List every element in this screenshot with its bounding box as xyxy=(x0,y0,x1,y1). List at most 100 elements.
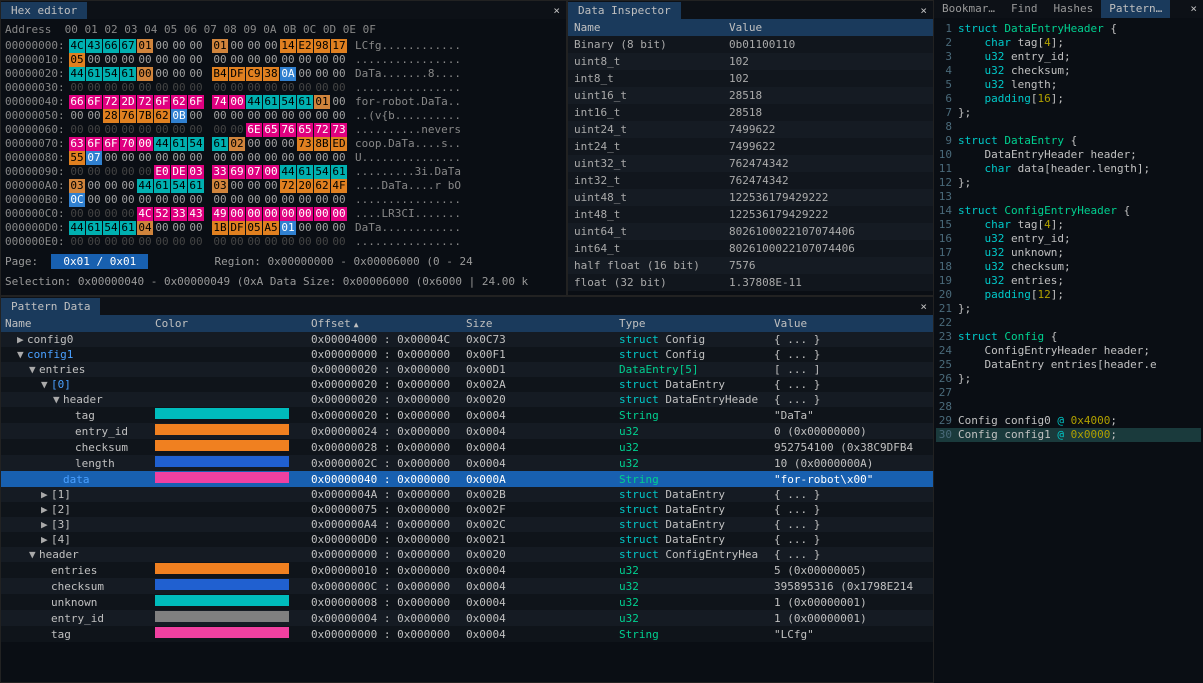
code-line[interactable]: 26}; xyxy=(936,372,1201,386)
hex-row[interactable]: 000000E0:0000000000000000000000000000000… xyxy=(5,235,562,249)
hex-row[interactable]: 00000060:000000000000000000006E657665727… xyxy=(5,123,562,137)
code-line[interactable]: 8 xyxy=(936,120,1201,134)
inspector-row[interactable]: float (32 bit)1.37808E-11 xyxy=(568,274,933,291)
hex-rows[interactable]: 00000000:4C436667010000000100000014E2981… xyxy=(5,39,562,249)
inspector-header[interactable]: Name Value xyxy=(568,19,933,36)
close-icon[interactable]: × xyxy=(914,2,933,19)
hex-row[interactable]: 00000000:4C436667010000000100000014E2981… xyxy=(5,39,562,53)
code-line[interactable]: 1struct DataEntryHeader { xyxy=(936,22,1201,36)
hex-row[interactable]: 00000090:0000000000E0DE03336907004461546… xyxy=(5,165,562,179)
inspector-row[interactable]: int64_t8026100022107074406 xyxy=(568,240,933,257)
pattern-row[interactable]: ▶[3]0x000000A4 : 0x0000000x002Cstruct Da… xyxy=(1,517,933,532)
pattern-row[interactable]: ▶[1]0x0000004A : 0x0000000x002Bstruct Da… xyxy=(1,487,933,502)
page-indicator[interactable]: 0x01 / 0x01 xyxy=(51,254,148,269)
hex-row[interactable]: 00000030:0000000000000000000000000000000… xyxy=(5,81,562,95)
inspector-row[interactable]: uint8_t102 xyxy=(568,53,933,70)
code-line[interactable]: 4 u32 checksum; xyxy=(936,64,1201,78)
code-line[interactable]: 5 u32 length; xyxy=(936,78,1201,92)
hex-row[interactable]: 000000D0:44615461040000001BDF05A50100000… xyxy=(5,221,562,235)
code-line[interactable]: 29Config config0 @ 0x4000; xyxy=(936,414,1201,428)
hex-editor-panel: Hex editor × Address 00 01 02 03 04 05 0… xyxy=(0,0,567,296)
pattern-row[interactable]: tag0x00000000 : 0x0000000x0004String"LCf… xyxy=(1,626,933,642)
pattern-title: Pattern Data xyxy=(1,298,100,315)
inspector-row[interactable]: int32_t762474342 xyxy=(568,172,933,189)
pattern-row[interactable]: ▶config00x00004000 : 0x00004C0x0C73struc… xyxy=(1,332,933,347)
inspector-row[interactable]: uint48_t122536179429222 xyxy=(568,189,933,206)
code-line[interactable]: 24 ConfigEntryHeader header; xyxy=(936,344,1201,358)
hex-row[interactable]: 00000050:000028767B620B00000000000000000… xyxy=(5,109,562,123)
pattern-row[interactable]: ▼config10x00000000 : 0x0000000x00F1struc… xyxy=(1,347,933,362)
hex-row[interactable]: 000000C0:000000004C523343490000000000000… xyxy=(5,207,562,221)
code-line[interactable]: 6 padding[16]; xyxy=(936,92,1201,106)
pattern-row[interactable]: ▼[0]0x00000020 : 0x0000000x002Astruct Da… xyxy=(1,377,933,392)
inspector-row[interactable]: int16_t28518 xyxy=(568,104,933,121)
code-line[interactable]: 30Config config1 @ 0x0000; xyxy=(936,428,1201,442)
code-line[interactable]: 7}; xyxy=(936,106,1201,120)
code-line[interactable]: 28 xyxy=(936,400,1201,414)
tab-pattern[interactable]: Pattern… xyxy=(1101,0,1170,18)
code-line[interactable]: 13 xyxy=(936,190,1201,204)
inspector-row[interactable]: uint24_t7499622 xyxy=(568,121,933,138)
pattern-row[interactable]: entry_id0x00000004 : 0x0000000x0004u321 … xyxy=(1,610,933,626)
code-line[interactable]: 23struct Config { xyxy=(936,330,1201,344)
pattern-row[interactable]: checksum0x00000028 : 0x0000000x0004u3295… xyxy=(1,439,933,455)
code-line[interactable]: 25 DataEntry entries[header.e xyxy=(936,358,1201,372)
pattern-row[interactable]: length0x0000002C : 0x0000000x0004u3210 (… xyxy=(1,455,933,471)
code-line[interactable]: 22 xyxy=(936,316,1201,330)
inspector-row[interactable]: half float (16 bit)7576 xyxy=(568,257,933,274)
code-line[interactable]: 20 padding[12]; xyxy=(936,288,1201,302)
code-line[interactable]: 10 DataEntryHeader header; xyxy=(936,148,1201,162)
right-tabs: Bookmar… Find Hashes Pattern… × xyxy=(934,0,1203,18)
tab-hashes[interactable]: Hashes xyxy=(1045,0,1101,18)
tab-find[interactable]: Find xyxy=(1003,0,1046,18)
close-icon[interactable]: × xyxy=(547,2,566,19)
pattern-row[interactable]: entry_id0x00000024 : 0x0000000x0004u320 … xyxy=(1,423,933,439)
code-line[interactable]: 14struct ConfigEntryHeader { xyxy=(936,204,1201,218)
pattern-row[interactable]: ▼entries0x00000020 : 0x0000000x00D1DataE… xyxy=(1,362,933,377)
hex-row[interactable]: 00000020:4461546100000000B4DFC9380A00000… xyxy=(5,67,562,81)
hex-row[interactable]: 000000B0:0C00000000000000000000000000000… xyxy=(5,193,562,207)
code-line[interactable]: 3 u32 entry_id; xyxy=(936,50,1201,64)
inspector-title: Data Inspector xyxy=(568,2,681,19)
code-line[interactable]: 21}; xyxy=(936,302,1201,316)
code-line[interactable]: 27 xyxy=(936,386,1201,400)
code-line[interactable]: 12}; xyxy=(936,176,1201,190)
hex-columns: 00 01 02 03 04 05 06 07 08 09 0A 0B 0C 0… xyxy=(65,23,376,36)
code-line[interactable]: 11 char data[header.length]; xyxy=(936,162,1201,176)
pattern-row[interactable]: ▶[4]0x000000D0 : 0x0000000x0021struct Da… xyxy=(1,532,933,547)
sort-asc-icon[interactable] xyxy=(351,317,359,330)
inspector-row[interactable]: uint32_t762474342 xyxy=(568,155,933,172)
pattern-row[interactable]: entries0x00000010 : 0x0000000x0004u325 (… xyxy=(1,562,933,578)
hex-row[interactable]: 00000070:636F6F70004461546102000000738BE… xyxy=(5,137,562,151)
pattern-row[interactable]: unknown0x00000008 : 0x0000000x0004u321 (… xyxy=(1,594,933,610)
pattern-row[interactable]: checksum0x0000000C : 0x0000000x0004u3239… xyxy=(1,578,933,594)
hex-row[interactable]: 00000080:5507000000000000000000000000000… xyxy=(5,151,562,165)
code-line[interactable]: 2 char tag[4]; xyxy=(936,36,1201,50)
hex-row[interactable]: 00000010:0500000000000000000000000000000… xyxy=(5,53,562,67)
code-line[interactable]: 16 u32 entry_id; xyxy=(936,232,1201,246)
inspector-row[interactable]: uint64_t8026100022107074406 xyxy=(568,223,933,240)
pattern-header[interactable]: Name Color Offset Size Type Value xyxy=(1,315,933,332)
pattern-row[interactable]: data0x00000040 : 0x0000000x000AString"fo… xyxy=(1,471,933,487)
pattern-data-panel: Pattern Data × Name Color Offset Size Ty… xyxy=(0,296,934,683)
hex-row[interactable]: 00000040:666F722D726F626F740044615461010… xyxy=(5,95,562,109)
pattern-row[interactable]: ▼header0x00000000 : 0x0000000x0020struct… xyxy=(1,547,933,562)
hex-row[interactable]: 000000A0:0300000044615461030000007220624… xyxy=(5,179,562,193)
pattern-row[interactable]: tag0x00000020 : 0x0000000x0004String"DaT… xyxy=(1,407,933,423)
code-line[interactable]: 19 u32 entries; xyxy=(936,274,1201,288)
close-icon[interactable]: × xyxy=(1184,0,1203,18)
code-line[interactable]: 18 u32 checksum; xyxy=(936,260,1201,274)
inspector-row[interactable]: int8_t102 xyxy=(568,70,933,87)
tab-bookmarks[interactable]: Bookmar… xyxy=(934,0,1003,18)
inspector-row[interactable]: int48_t122536179429222 xyxy=(568,206,933,223)
inspector-row[interactable]: int24_t7499622 xyxy=(568,138,933,155)
code-line[interactable]: 17 u32 unknown; xyxy=(936,246,1201,260)
pattern-row[interactable]: ▶[2]0x00000075 : 0x0000000x002Fstruct Da… xyxy=(1,502,933,517)
code-line[interactable]: 15 char tag[4]; xyxy=(936,218,1201,232)
close-icon[interactable]: × xyxy=(914,298,933,315)
inspector-row[interactable]: Binary (8 bit)0b01100110 xyxy=(568,36,933,53)
code-line[interactable]: 9struct DataEntry { xyxy=(936,134,1201,148)
pattern-row[interactable]: ▼header0x00000020 : 0x0000000x0020struct… xyxy=(1,392,933,407)
inspector-row[interactable]: uint16_t28518 xyxy=(568,87,933,104)
code-editor[interactable]: 1struct DataEntryHeader {2 char tag[4];3… xyxy=(934,18,1203,446)
